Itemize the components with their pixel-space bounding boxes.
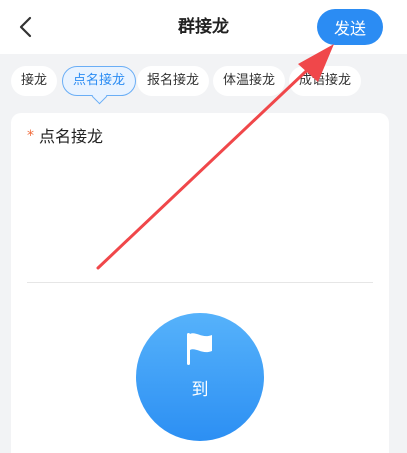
form-card: * 点名接龙 到 [11, 113, 389, 453]
tab-solitaire[interactable]: 接龙 [11, 66, 58, 96]
tab-bar: 接龙 点名接龙 报名接龙 体温接龙 成语接龙 [0, 54, 407, 110]
top-bar: 群接龙 发送 [0, 0, 407, 54]
required-mark: * [27, 128, 34, 144]
tab-idiom[interactable]: 成语接龙 [289, 66, 362, 96]
tab-roll-call-label: 点名接龙 [73, 73, 126, 88]
check-in-button[interactable]: 到 [136, 313, 264, 441]
divider [27, 282, 373, 283]
active-tab-pointer [91, 88, 108, 105]
content-input[interactable] [27, 153, 373, 278]
tab-temperature[interactable]: 体温接龙 [213, 66, 286, 96]
send-button[interactable]: 发送 [317, 9, 383, 45]
field-label-text: 点名接龙 [39, 127, 104, 146]
check-in-label: 到 [191, 380, 209, 399]
field-label: * 点名接龙 [27, 123, 103, 147]
flag-icon [187, 333, 212, 365]
tab-roll-call[interactable]: 点名接龙 [62, 66, 137, 105]
tab-registration[interactable]: 报名接龙 [137, 66, 210, 96]
